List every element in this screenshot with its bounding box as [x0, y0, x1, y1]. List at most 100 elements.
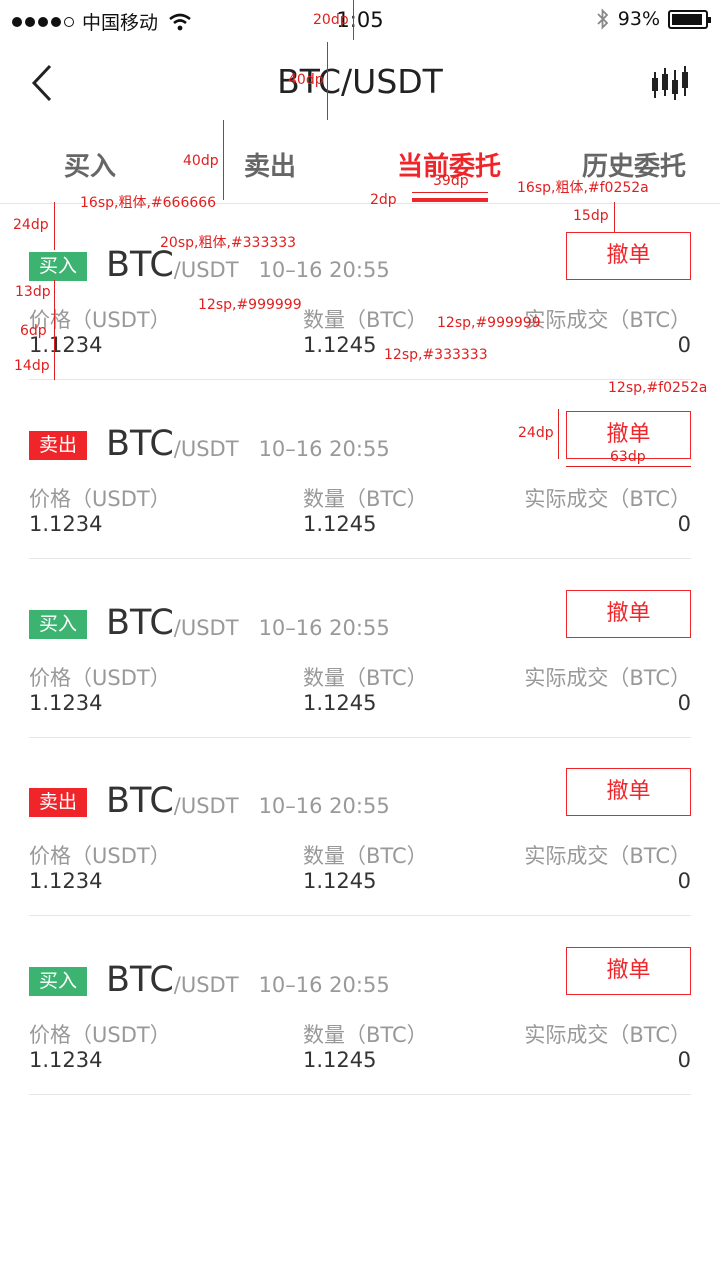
price-label: 价格（USDT） [29, 666, 171, 690]
cancel-order-button[interactable]: 撤单 [566, 947, 691, 995]
order-header: 卖出 BTC /USDT 10–16 20:55 [29, 781, 390, 821]
anno-line [327, 42, 328, 120]
anno-gap-14: 14dp [14, 358, 50, 374]
tab-sell[interactable]: 卖出 [244, 146, 296, 183]
filled-label: 实际成交（BTC） [524, 1023, 691, 1047]
price-value: 1.1234 [29, 1048, 103, 1072]
order-header: 买入 BTC /USDT 10–16 20:55 [29, 603, 390, 643]
amount-label: 数量（BTC） [303, 844, 428, 868]
anno-cancel-top-gap: 15dp [573, 208, 609, 224]
anno-cancel-width: 63dp [610, 449, 646, 465]
filled-label: 实际成交（BTC） [524, 666, 691, 690]
anno-quote-spec: 12sp,#999999 [198, 297, 302, 313]
side-badge: 买入 [29, 967, 87, 996]
bluetooth-icon [597, 8, 609, 30]
candlestick-chart-icon[interactable] [650, 66, 690, 102]
anno-line [558, 409, 559, 459]
pair-quote: /USDT [173, 973, 239, 997]
order-item: 买入 BTC /USDT 10–16 20:55 撤单 价格（USDT） 数量（… [29, 559, 691, 738]
amount-value: 1.1245 [303, 512, 377, 536]
anno-line [614, 202, 615, 232]
anno-tab-active-spec: 16sp,粗体,#f0252a [517, 180, 649, 196]
pair-quote: /USDT [173, 794, 239, 818]
side-badge: 买入 [29, 252, 87, 281]
filled-value: 0 [677, 333, 691, 357]
amount-label: 数量（BTC） [303, 666, 428, 690]
battery-icon [668, 9, 711, 29]
order-header: 买入 BTC /USDT 10–16 20:55 [29, 960, 390, 1000]
filled-value: 0 [677, 512, 691, 536]
anno-indicator-width: 39dp [433, 173, 469, 189]
anno-indicator-height: 2dp [370, 192, 397, 208]
anno-cancel-height: 24dp [518, 425, 554, 441]
order-item: 卖出 BTC /USDT 10–16 20:55 撤单 价格（USDT） 数量（… [29, 737, 691, 916]
order-item: 买入 BTC /USDT 10–16 20:55 撤单 价格（USDT） 数量（… [29, 916, 691, 1095]
amount-label: 数量（BTC） [303, 487, 428, 511]
price-value: 1.1234 [29, 869, 103, 893]
side-badge: 卖出 [29, 788, 87, 817]
pair-base: BTC [106, 960, 174, 1000]
order-time: 10–16 20:55 [258, 973, 390, 997]
anno-gap-13: 13dp [15, 284, 51, 300]
order-item: 卖出 BTC /USDT 10–16 20:55 撤单 价格（USDT） 数量（… [29, 380, 691, 559]
price-value: 1.1234 [29, 691, 103, 715]
cancel-order-button[interactable]: 撤单 [566, 590, 691, 638]
filled-label: 实际成交（BTC） [524, 487, 691, 511]
amount-value: 1.1245 [303, 869, 377, 893]
anno-tab-height: 40dp [183, 153, 219, 169]
page-title: BTC/USDT [277, 62, 443, 101]
anno-status-height: 20dp [313, 12, 349, 28]
price-label: 价格（USDT） [29, 844, 171, 868]
anno-line [54, 280, 55, 380]
anno-tab-inactive-spec: 16sp,粗体,#666666 [80, 195, 217, 211]
anno-nav-height: 40dp [288, 72, 324, 88]
price-value: 1.1234 [29, 512, 103, 536]
cancel-order-button[interactable]: 撤单 [566, 768, 691, 816]
side-badge: 买入 [29, 610, 87, 639]
filled-value: 0 [677, 1048, 691, 1072]
anno-item-top-gap: 24dp [13, 217, 49, 233]
amount-value: 1.1245 [303, 333, 377, 357]
pair-base: BTC [106, 603, 174, 643]
anno-cancel-spec: 12sp,#f0252a [608, 380, 708, 396]
side-badge: 卖出 [29, 431, 87, 460]
filled-label: 实际成交（BTC） [524, 308, 691, 332]
price-label: 价格（USDT） [29, 308, 171, 332]
anno-line [353, 0, 354, 40]
anno-line [412, 192, 488, 193]
battery-percent: 93% [617, 8, 660, 30]
filled-value: 0 [677, 869, 691, 893]
amount-value: 1.1245 [303, 1048, 377, 1072]
amount-value: 1.1245 [303, 691, 377, 715]
anno-label-spec: 12sp,#999999 [437, 315, 541, 331]
amount-label: 数量（BTC） [303, 1023, 428, 1047]
anno-pair-spec: 20sp,粗体,#333333 [160, 235, 297, 251]
order-time: 10–16 20:55 [258, 794, 390, 818]
filled-value: 0 [677, 691, 691, 715]
pair-base: BTC [106, 781, 174, 821]
battery-level [672, 13, 702, 25]
anno-line [54, 202, 55, 250]
pair-quote: /USDT [173, 616, 239, 640]
pair-quote: /USDT [173, 437, 239, 461]
order-time: 10–16 20:55 [258, 437, 390, 461]
anno-line [223, 120, 224, 200]
price-label: 价格（USDT） [29, 1023, 171, 1047]
anno-value-spec: 12sp,#333333 [384, 347, 488, 363]
status-bar-right: 93% [596, 8, 711, 30]
cancel-order-button[interactable]: 撤单 [566, 232, 691, 280]
anno-line [566, 466, 691, 467]
order-time: 10–16 20:55 [258, 258, 390, 282]
filled-label: 实际成交（BTC） [524, 844, 691, 868]
pair-quote: /USDT [173, 258, 239, 282]
price-label: 价格（USDT） [29, 487, 171, 511]
nav-bar: BTC/USDT [0, 40, 720, 126]
tab-buy[interactable]: 买入 [64, 146, 116, 183]
pair-base: BTC [106, 424, 174, 464]
status-bar: 中国移动 1:05 93% [0, 0, 720, 40]
order-time: 10–16 20:55 [258, 616, 390, 640]
order-header: 卖出 BTC /USDT 10–16 20:55 [29, 424, 390, 464]
amount-label: 数量（BTC） [303, 308, 428, 332]
order-item: 买入 BTC /USDT 10–16 20:55 撤单 价格（USDT） 数量（… [29, 201, 691, 380]
anno-gap-6: 6dp [20, 323, 47, 339]
